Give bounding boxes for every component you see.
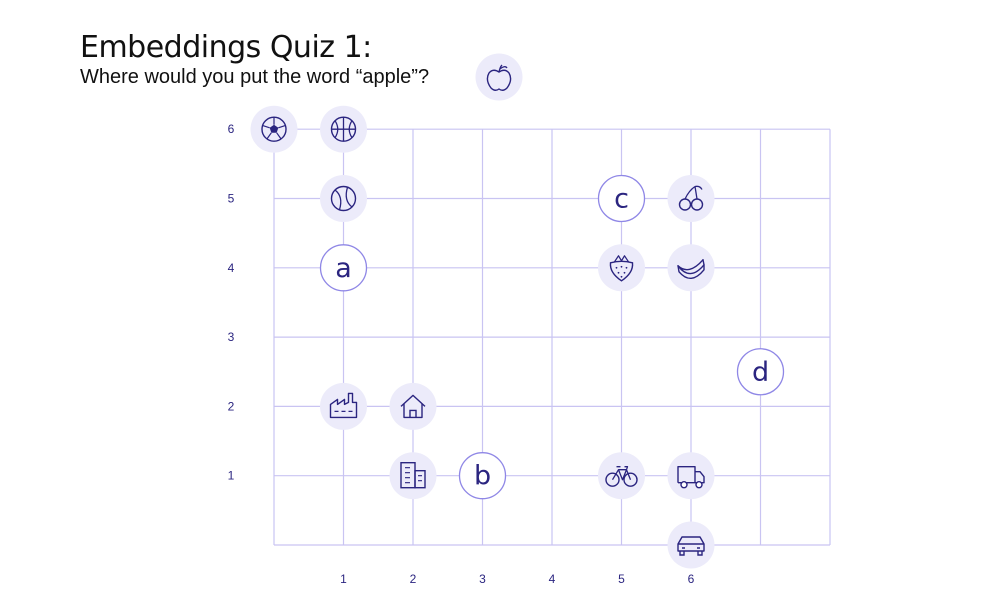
- y-tick-label: 1: [228, 469, 235, 483]
- y-tick-label: 6: [228, 122, 235, 136]
- answer-option-label: a: [335, 253, 352, 284]
- bicycle-icon: [598, 452, 645, 500]
- answer-option-label: d: [752, 357, 769, 388]
- answer-option-c[interactable]: c: [597, 174, 646, 223]
- x-tick-label: 2: [410, 572, 417, 586]
- strawberry-icon: [598, 244, 645, 292]
- answer-option-a[interactable]: a: [319, 244, 368, 292]
- answer-option-label: c: [614, 184, 629, 215]
- y-tick-label: 3: [228, 330, 235, 344]
- embedding-chart: 1 2 3 4 5 6 1 2 3 4 5 6 a b c d: [228, 53, 831, 586]
- y-tick-label: 4: [228, 261, 235, 275]
- truck-icon: [667, 452, 715, 500]
- x-tick-label: 4: [549, 572, 556, 586]
- basketball-icon: [320, 105, 367, 153]
- query-word: [475, 53, 523, 101]
- answer-option-b[interactable]: b: [458, 452, 507, 500]
- tennis-ball-icon: [320, 175, 367, 222]
- answer-option-label: b: [474, 461, 491, 492]
- x-tick-label: 1: [340, 572, 347, 586]
- answer-option-d[interactable]: d: [736, 348, 785, 396]
- x-tick-label: 5: [618, 572, 625, 586]
- house-icon: [389, 382, 437, 430]
- cherries-icon: [667, 175, 715, 222]
- x-tick-label: 6: [688, 572, 695, 586]
- soccer-ball-icon: [250, 105, 298, 153]
- banana-icon: [667, 244, 715, 292]
- y-tick-label: 2: [228, 399, 235, 413]
- building-icon: [389, 452, 437, 500]
- factory-icon: [320, 382, 367, 430]
- y-tick-label: 5: [228, 192, 235, 206]
- car-icon: [667, 521, 715, 569]
- x-tick-label: 3: [479, 572, 486, 586]
- apple-icon: [475, 53, 523, 101]
